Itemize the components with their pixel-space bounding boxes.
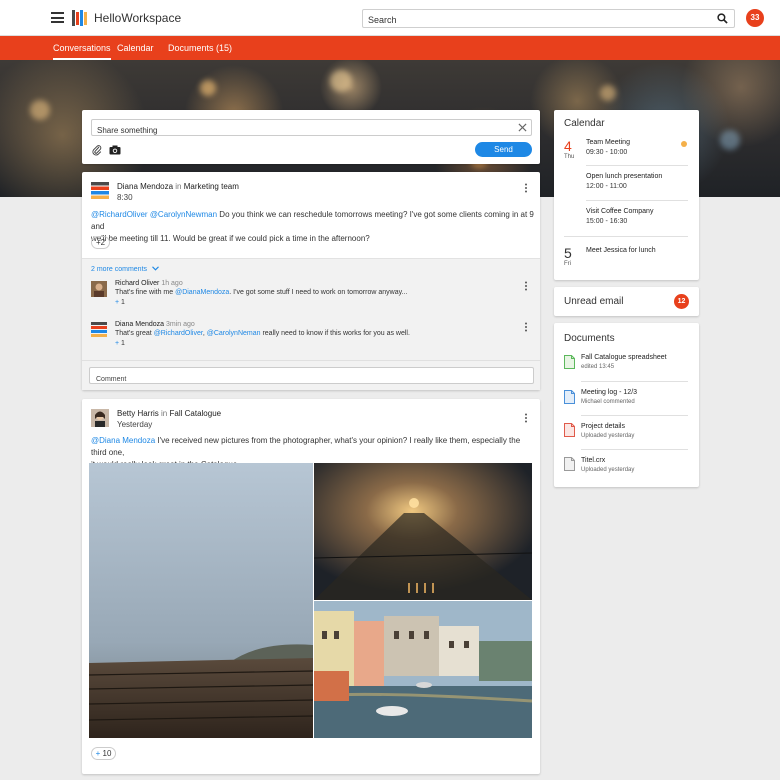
attachment-icon[interactable] [92, 144, 102, 156]
document-meta: Uploaded yesterday [581, 467, 635, 473]
pdf-icon [564, 423, 575, 437]
post-body: @RichardOliver @CarolynNewman Do you thi… [91, 210, 534, 243]
event-status-dot [681, 141, 687, 147]
documents-title[interactable]: Documents [564, 333, 615, 344]
camera-icon[interactable] [109, 145, 121, 155]
plus-one-button[interactable]: +2 [91, 236, 110, 249]
comments-section: 2 more comments Richard Oliver 1h ago Th… [82, 258, 540, 390]
search-input[interactable] [363, 11, 703, 29]
comment-text: That's great @RichardOliver, @CarolynNem… [115, 330, 410, 337]
calendar-weekday: Fri [564, 261, 571, 267]
comment-field[interactable] [89, 367, 534, 387]
calendar-event-time: 15:00 - 16:30 [586, 218, 628, 225]
document-meta: Michael commented [581, 399, 635, 405]
document-name[interactable]: Titel.crx [581, 457, 605, 464]
document-name[interactable]: Meeting log - 12/3 [581, 389, 637, 396]
post-author-line: Betty Harris in Fall Catalogue [117, 409, 222, 418]
more-options-icon[interactable] [524, 322, 528, 332]
photo-pier[interactable] [89, 463, 313, 738]
more-options-icon[interactable] [524, 413, 528, 423]
share-card: Send [82, 110, 540, 164]
calendar-event-time: 12:00 - 11:00 [586, 183, 627, 190]
comment-author[interactable]: Richard Oliver [115, 280, 159, 287]
comment-author-line: Diana Mendoza 3min ago [115, 321, 195, 328]
document-name[interactable]: Project details [581, 423, 625, 430]
more-options-icon[interactable] [524, 281, 528, 291]
comment-author[interactable]: Diana Mendoza [115, 321, 164, 328]
unread-email-card[interactable]: Unread email 12 [554, 287, 699, 316]
unread-count-badge: 12 [674, 294, 689, 309]
avatar [91, 409, 109, 427]
calendar-day: 4 [564, 138, 572, 154]
user-avatar-badge[interactable]: 33 [746, 9, 764, 27]
search-box[interactable] [362, 9, 735, 29]
app-title: HelloWorkspace [94, 11, 182, 25]
post-time: 8:30 [117, 193, 133, 202]
post-group[interactable]: Fall Catalogue [170, 409, 222, 418]
document-name[interactable]: Fall Catalogue spreadsheet [581, 354, 667, 361]
calendar-event[interactable]: Meet Jessica for lunch [586, 247, 656, 254]
more-options-icon[interactable] [524, 183, 528, 193]
avatar [91, 322, 107, 337]
comment-input[interactable] [90, 372, 533, 387]
mention-link[interactable]: @CarolynNewman [150, 210, 217, 219]
share-input[interactable] [92, 123, 492, 138]
chevron-down-icon [152, 266, 159, 271]
search-icon[interactable] [717, 13, 728, 24]
document-icon [564, 390, 575, 404]
calendar-event[interactable]: Visit Coffee Company [586, 208, 653, 215]
close-icon[interactable] [518, 123, 527, 132]
photo-foggy-road[interactable] [314, 463, 532, 600]
calendar-card: Calendar 4 Thu Team Meeting 09:30 - 10:0… [554, 110, 699, 280]
file-icon [564, 457, 575, 471]
calendar-event[interactable]: Team Meeting [586, 139, 630, 146]
comment-text: That's fine with me @DianaMendoza. I've … [115, 289, 408, 296]
plus-one-button[interactable]: + 1 [115, 299, 125, 306]
calendar-weekday: Thu [564, 154, 575, 160]
send-button[interactable]: Send [475, 142, 532, 157]
calendar-day: 5 [564, 245, 572, 261]
helloworkspace-logo-icon [71, 9, 89, 27]
calendar-event[interactable]: Open lunch presentation [586, 173, 662, 180]
documents-card: Documents Fall Catalogue spreadsheet edi… [554, 323, 699, 487]
menu-icon[interactable] [51, 12, 64, 23]
plus-one-button[interactable]: + 1 [115, 340, 125, 347]
document-meta: Uploaded yesterday [581, 433, 635, 439]
unread-email-label[interactable]: Unread email [564, 296, 623, 307]
mention-link[interactable]: @RichardOliver [91, 210, 148, 219]
document-meta: edited 13:45 [581, 364, 615, 370]
calendar-event-time: 09:30 - 10:00 [586, 149, 628, 156]
avatar [91, 281, 107, 297]
comment-author-line: Richard Oliver 1h ago [115, 280, 183, 287]
spreadsheet-icon [564, 355, 575, 369]
tab-conversations[interactable]: Conversations [53, 36, 111, 60]
share-field[interactable] [91, 119, 532, 138]
post-card: Diana Mendoza in Marketing team 8:30 @Ri… [82, 172, 540, 390]
top-bar: HelloWorkspace 33 [0, 0, 780, 36]
tab-calendar[interactable]: Calendar [117, 36, 154, 60]
post-group[interactable]: Marketing team [184, 182, 239, 191]
more-comments-link[interactable]: 2 more comments [91, 266, 159, 273]
photo-canal-town[interactable] [314, 601, 532, 738]
plus-one-button[interactable]: + 10 [91, 747, 116, 760]
post-author-line: Diana Mendoza in Marketing team [117, 182, 239, 191]
post-card: Betty Harris in Fall Catalogue Yesterday… [82, 399, 540, 774]
post-author[interactable]: Diana Mendoza [117, 182, 173, 191]
post-author[interactable]: Betty Harris [117, 409, 159, 418]
tab-documents[interactable]: Documents (15) [168, 36, 232, 60]
marketing-team-avatar [91, 182, 109, 199]
post-time: Yesterday [117, 420, 153, 429]
main-nav: Conversations Calendar Documents (15) [0, 36, 780, 60]
mention-link[interactable]: @Diana Mendoza [91, 436, 155, 445]
calendar-title[interactable]: Calendar [564, 118, 605, 129]
